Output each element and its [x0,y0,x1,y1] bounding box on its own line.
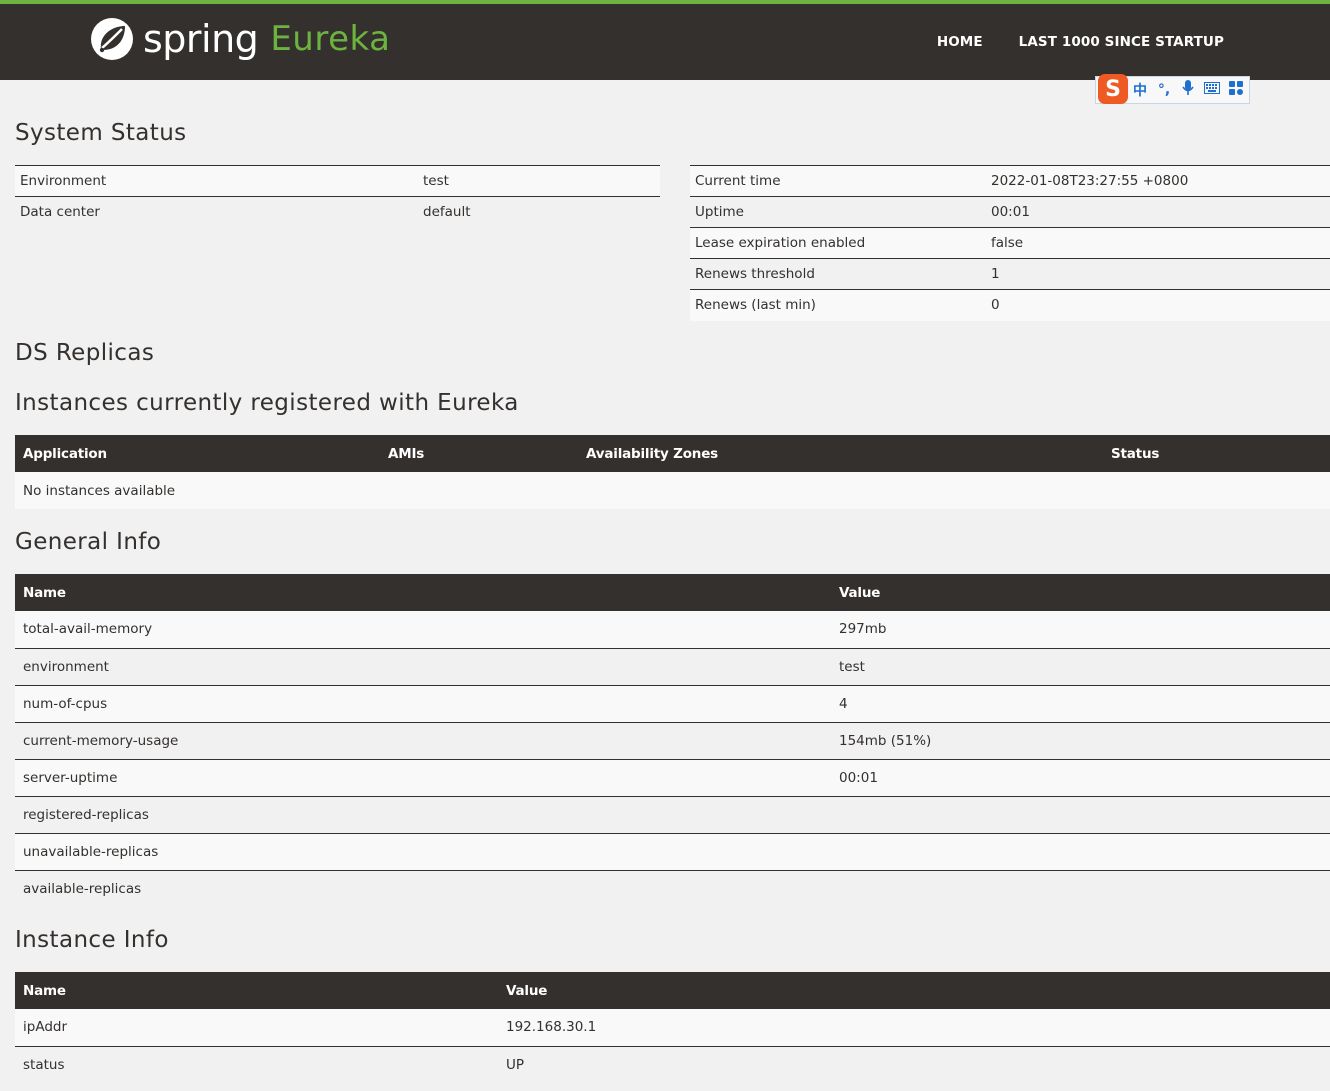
top-navbar: spring Eureka HOME LAST 1000 SINCE START… [0,0,1330,80]
general-info-table: Name Value total-avail-memory 297mb envi… [15,574,1330,907]
status-value: 1 [986,258,1330,290]
column-header-value: Value [831,574,1330,611]
status-value: 2022-01-08T23:27:55 +0800 [986,165,1330,197]
table-row: Current time 2022-01-08T23:27:55 +0800 [690,165,1330,197]
table-row: Environment test [15,165,660,197]
info-value: UP [498,1046,1330,1083]
status-key: Environment [15,165,418,197]
system-status-title: System Status [15,120,187,146]
status-key: Current time [690,165,986,197]
nav-home-link[interactable]: HOME [937,34,983,50]
system-status-left-table: Environment test Data center default [15,165,660,228]
table-row: num-of-cpus 4 [15,685,1330,723]
status-value: 0 [986,289,1330,321]
info-name: total-avail-memory [15,611,831,649]
ime-language-toggle[interactable]: 中 [1128,80,1152,100]
column-header-amis: AMIs [380,435,578,472]
info-name: environment [15,648,831,686]
instances-title: Instances currently registered with Eure… [15,390,519,416]
table-row: total-avail-memory 297mb [15,611,1330,649]
ime-toolbar[interactable]: S 中 °, [1095,74,1250,104]
column-header-availability-zones: Availability Zones [578,435,1103,472]
info-value [831,833,1330,871]
mic-icon[interactable] [1176,80,1200,100]
info-name: registered-replicas [15,796,831,834]
status-value: 00:01 [986,196,1330,228]
table-row: ipAddr 192.168.30.1 [15,1009,1330,1047]
table-row: registered-replicas [15,796,1330,834]
keyboard-icon[interactable] [1200,82,1224,98]
status-value: default [418,196,660,228]
info-value: 154mb (51%) [831,722,1330,760]
info-value [831,870,1330,907]
general-info-title: General Info [15,529,162,555]
status-value: test [418,165,660,197]
column-header-value: Value [498,972,1330,1009]
column-header-application: Application [15,435,380,472]
status-key: Lease expiration enabled [690,227,986,259]
spring-leaf-icon [91,18,133,60]
empty-instances-message: No instances available [15,472,1330,509]
status-key: Renews threshold [690,258,986,290]
table-row: environment test [15,648,1330,686]
instance-info-title: Instance Info [15,927,169,953]
table-row: No instances available [15,472,1330,509]
info-value: 192.168.30.1 [498,1009,1330,1047]
status-value: false [986,227,1330,259]
info-name: unavailable-replicas [15,833,831,871]
table-row: Renews (last min) 0 [690,289,1330,321]
info-name: server-uptime [15,759,831,797]
info-value: 00:01 [831,759,1330,797]
table-row: server-uptime 00:01 [15,759,1330,797]
logo-spring-text: spring [143,17,259,61]
sogou-logo[interactable]: S [1098,74,1128,104]
status-key: Renews (last min) [690,289,986,321]
info-name: status [15,1046,498,1083]
info-value: 297mb [831,611,1330,649]
column-header-name: Name [15,574,831,611]
grid-icon[interactable] [1224,81,1248,99]
spring-eureka-logo[interactable]: spring Eureka [89,16,390,62]
table-row: Data center default [15,196,660,228]
info-value: test [831,648,1330,686]
info-value [831,796,1330,834]
info-name: num-of-cpus [15,685,831,723]
table-row: Renews threshold 1 [690,258,1330,290]
table-row: Lease expiration enabled false [690,227,1330,259]
instances-table: Application AMIs Availability Zones Stat… [15,435,1330,509]
info-name: current-memory-usage [15,722,831,760]
column-header-name: Name [15,972,498,1009]
info-name: ipAddr [15,1009,498,1047]
table-row: Uptime 00:01 [690,196,1330,228]
info-value: 4 [831,685,1330,723]
ds-replicas-title: DS Replicas [15,340,155,366]
status-key: Data center [15,196,418,228]
info-name: available-replicas [15,870,831,907]
nav-last1000-link[interactable]: LAST 1000 SINCE STARTUP [1019,34,1224,50]
main-nav: HOME LAST 1000 SINCE STARTUP [937,34,1224,50]
logo-eureka-text: Eureka [270,19,391,59]
system-status-right-table: Current time 2022-01-08T23:27:55 +0800 U… [690,165,1330,321]
ime-punctuation-toggle[interactable]: °, [1152,82,1176,98]
status-key: Uptime [690,196,986,228]
table-row: available-replicas [15,870,1330,907]
table-row: status UP [15,1046,1330,1083]
table-row: current-memory-usage 154mb (51%) [15,722,1330,760]
instance-info-table: Name Value ipAddr 192.168.30.1 status UP [15,972,1330,1083]
column-header-status: Status [1103,435,1330,472]
table-row: unavailable-replicas [15,833,1330,871]
